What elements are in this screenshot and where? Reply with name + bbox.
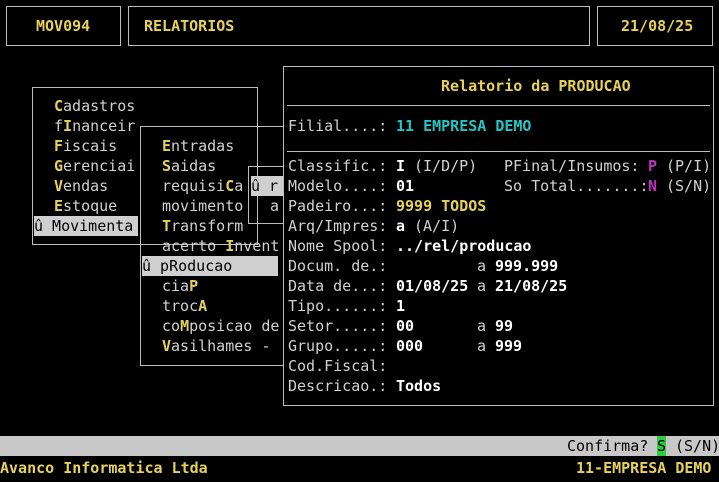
submenu-item-composicao[interactable]: coMposicao de: [162, 316, 279, 336]
confirm-options: (S/N): [675, 437, 719, 455]
grupo-from-field[interactable]: 000: [396, 336, 423, 356]
submenu-item-acerto-inventario[interactable]: acerto Invent: [162, 236, 279, 256]
submenu-item-troca[interactable]: trocA: [162, 296, 207, 316]
classificacao-options: (I/D/P): [414, 157, 478, 175]
submenu-item-vasilhames[interactable]: Vasilhames -: [162, 336, 270, 356]
arq-impres-label: Arq/Impres:: [288, 217, 388, 235]
header-date: 21/08/25: [621, 17, 694, 35]
so-total-options: (S/N): [666, 177, 712, 195]
footer-company: Avanco Informatica Ltda: [0, 459, 208, 477]
section-title: RELATORIOS: [144, 17, 235, 35]
grupo-a: a: [477, 337, 487, 355]
header-date-box: 21/08/25: [597, 6, 713, 46]
submenu-item-ciap[interactable]: ciaP: [162, 276, 198, 296]
setor-a: a: [477, 317, 487, 335]
menu-item-cadastros[interactable]: Cadastros: [54, 96, 135, 116]
documento-label: Docum. de.:: [288, 257, 388, 275]
third-menu-selected-item[interactable]: û r: [251, 176, 284, 196]
setor-to-field[interactable]: 99: [495, 316, 513, 336]
program-code: MOV094: [36, 17, 91, 35]
pfinal-label: PFinal/Insumos:: [504, 157, 640, 175]
footer-branch: 11-EMPRESA DEMO: [576, 459, 712, 477]
data-from-field[interactable]: 01/08/25: [396, 276, 468, 296]
setor-from-field[interactable]: 00: [396, 316, 414, 336]
documento-a: a: [477, 257, 487, 275]
dialog-title: Relatorio da PRODUCAO: [441, 77, 631, 95]
header-title-box: RELATORIOS: [128, 6, 590, 46]
submenu-item-producao[interactable]: û pRoducao: [142, 256, 278, 276]
menu-item-gerenciais[interactable]: Gerenciai: [54, 156, 135, 176]
menu-item-vendas[interactable]: Vendas: [54, 176, 108, 196]
arq-impres-options: (A/I): [414, 217, 460, 235]
arq-impres-field[interactable]: a: [396, 216, 405, 236]
classificacao-field[interactable]: I: [396, 156, 405, 176]
confirm-prompt: Confirma?: [567, 437, 649, 455]
classificacao-label: Classific.:: [288, 157, 388, 175]
submenu-item-movimento[interactable]: movimento: [162, 196, 243, 216]
modelo-field[interactable]: 01: [396, 176, 414, 196]
menu-item-movimenta[interactable]: û Movimenta: [34, 216, 138, 236]
padeiro-field[interactable]: 9999 TODOS: [396, 196, 486, 216]
menu-item-financeiro[interactable]: fInanceir: [54, 116, 135, 136]
modelo-label: Modelo....:: [288, 177, 388, 195]
menu-item-fiscais[interactable]: Fiscais: [54, 136, 117, 156]
header-code-box: MOV094: [6, 6, 121, 46]
submenu-item-saidas[interactable]: Saidas: [162, 156, 216, 176]
tipo-label: Tipo......:: [288, 297, 388, 315]
data-a: a: [477, 277, 487, 295]
dialog-filial-divider: [287, 151, 710, 152]
so-total-field[interactable]: N: [648, 176, 657, 196]
grupo-to-field[interactable]: 999: [495, 336, 522, 356]
filial-label: Filial....:: [288, 117, 388, 135]
grupo-label: Grupo.....:: [288, 337, 388, 355]
submenu-item-entradas[interactable]: Entradas: [162, 136, 234, 156]
documento-to-field[interactable]: 999.999: [495, 256, 558, 276]
nome-spool-field[interactable]: ../rel/producao: [396, 236, 531, 256]
data-label: Data de...:: [288, 277, 388, 295]
third-menu-item[interactable]: a: [270, 196, 279, 216]
submenu-item-transform[interactable]: Transform: [162, 216, 243, 236]
confirm-answer-field[interactable]: S: [657, 436, 666, 456]
padeiro-label: Padeiro...:: [288, 197, 388, 215]
descricao-label: Descricao.:: [288, 377, 388, 395]
filial-field[interactable]: 11 EMPRESA DEMO: [396, 116, 531, 136]
so-total-label: So Total.......:: [504, 177, 649, 195]
submenu-item-requisicao[interactable]: requisiCa: [162, 176, 243, 196]
descricao-field[interactable]: Todos: [396, 376, 441, 396]
cod-fiscal-label: Cod.Fiscal:: [288, 357, 388, 375]
setor-label: Setor.....:: [288, 317, 388, 335]
dialog-title-divider: [287, 105, 710, 106]
pfinal-field[interactable]: P: [648, 156, 657, 176]
pfinal-options: (P/I): [666, 157, 712, 175]
cod-fiscal-field[interactable]: [396, 356, 486, 376]
tipo-field[interactable]: 1: [396, 296, 405, 316]
menu-item-estoque[interactable]: Estoque: [54, 196, 117, 216]
data-to-field[interactable]: 21/08/25: [495, 276, 567, 296]
nome-spool-label: Nome Spool:: [288, 237, 388, 255]
